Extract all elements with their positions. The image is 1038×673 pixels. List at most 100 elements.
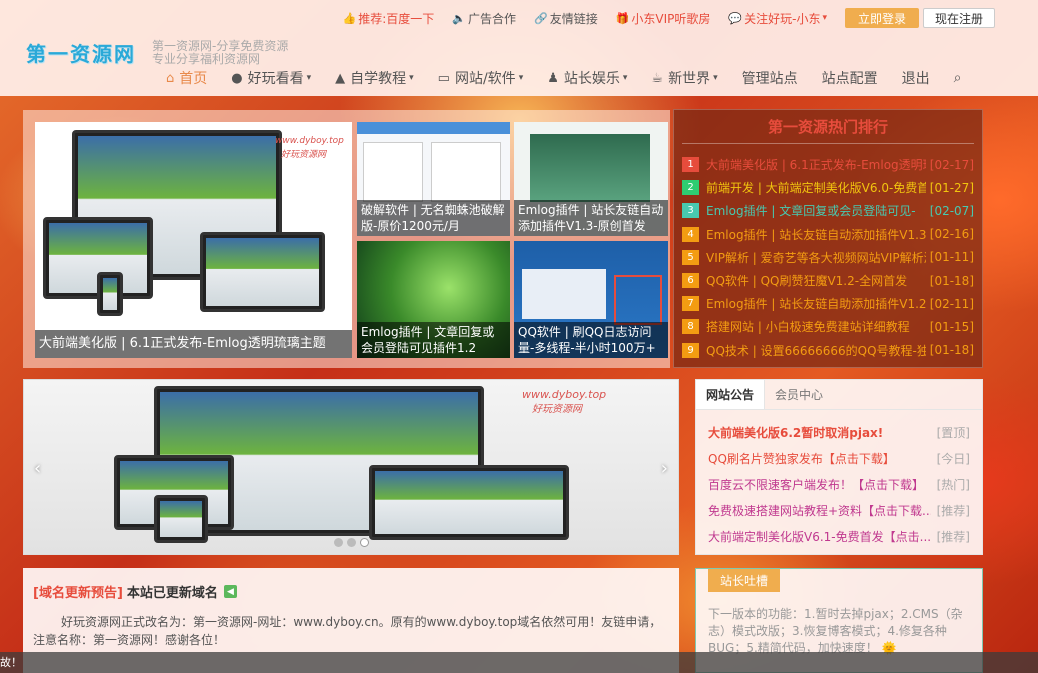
ads-label: 广告合作 xyxy=(467,11,516,26)
speaker-icon: ◀ xyxy=(223,585,237,598)
notice-title: QQ刷名片赞独家发布【点击下载】 xyxy=(708,451,895,466)
notice-item[interactable]: 大前端美化版6.2暂时取消pjax! [置顶] xyxy=(696,419,982,445)
desktop-icon: ▭ xyxy=(437,70,450,86)
nav-item-home[interactable]: ⌂ 首页 xyxy=(166,68,207,88)
rank-date: [01-18] xyxy=(929,343,974,358)
tile-caption: Emlog插件 | 文章回复或会员登陆可见插件1.2 xyxy=(357,322,510,358)
rank-date: [01-15] xyxy=(929,319,974,334)
search-icon[interactable]: ⌕ xyxy=(954,70,962,86)
complaint-text: 下一版本的功能：1.暂时去掉pjax；2.CMS（杂志）模式改版；3.恢复博客模… xyxy=(708,607,963,655)
notice-tabs: 网站公告 会员中心 xyxy=(696,380,982,410)
notice-list: 大前端美化版6.2暂时取消pjax! [置顶] QQ刷名片赞独家发布【点击下载】 [今… xyxy=(696,419,982,549)
ads-link[interactable]: 🔈 广告合作 xyxy=(452,10,516,27)
watermark-subtext: 好玩资源网 xyxy=(281,150,327,160)
vip-label: 小东VIP听歌房 xyxy=(631,11,711,26)
form-image xyxy=(431,142,501,202)
login-button[interactable]: 立即登录 xyxy=(845,8,919,28)
tile-caption: QQ软件 | 刷QQ日志访问量-多线程-半小时100万+ xyxy=(514,322,668,358)
volume-icon: 🔈 xyxy=(452,11,466,25)
screenshot-image xyxy=(522,269,606,319)
rank-date: [02-17] xyxy=(929,157,974,172)
slogan-line-2: 专业分享福利资源网 xyxy=(152,52,261,66)
featured-main-caption: 大前端美化版 | 6.1正式发布-Emlog透明琉璃主题 xyxy=(35,330,352,358)
site-header: 👍 推荐:百度一下 🔈 广告合作 🔗 友情链接 🎁 小东VIP听歌房 💬 关注好玩-小东 ▾… xyxy=(0,0,1038,96)
featured-tile-4[interactable]: QQ软件 | 刷QQ日志访问量-多线程-半小时100万+ xyxy=(514,241,668,358)
rank-number: 9 xyxy=(682,342,699,358)
nav-item-tutorials[interactable]: ▲ 自学教程 ▾ xyxy=(335,68,414,88)
featured-tile-1[interactable]: 破解软件 | 无名蜘蛛池破解版-原价1200元/月 xyxy=(357,122,510,236)
chevron-down-icon: ▾ xyxy=(713,73,718,83)
announcement-heading: [域名更新预告] 本站已更新域名 ◀ xyxy=(33,582,669,601)
ranking-item[interactable]: 2 前端开发 | 大前端定制美化版V6.0-免费首发 [01-27] xyxy=(674,176,982,199)
nav-item-entertainment[interactable]: ♟ 站长娱乐 ▾ xyxy=(547,68,627,88)
users-icon: ♟ xyxy=(547,70,559,86)
slider-prev-icon[interactable]: ‹ xyxy=(34,458,41,479)
notice-title: 大前端美化版6.2暂时取消pjax! xyxy=(708,425,884,440)
featured-main-tile[interactable]: www.dyboy.top 好玩资源网 大前端美化版 | 6.1正式发布-Eml… xyxy=(35,122,352,358)
ranking-item[interactable]: 4 Emlog插件 | 站长友链自动添加插件V1.3-原 [02-16] xyxy=(674,223,982,246)
ranking-list: 1 大前端美化版 | 6.1正式发布-Emlog透明琉 [02-17] 2 前端开发 |… xyxy=(674,153,982,362)
rank-date: [02-16] xyxy=(929,227,974,242)
recommend-link[interactable]: 👍 推荐:百度一下 xyxy=(343,10,435,27)
rank-number: 4 xyxy=(682,226,699,242)
nav-item-logout[interactable]: 退出 xyxy=(902,68,930,88)
rank-date: [01-27] xyxy=(929,180,974,195)
nav-label: 新世界 xyxy=(668,71,711,87)
tab-site-notice[interactable]: 网站公告 xyxy=(696,380,766,409)
featured-tile-3[interactable]: Emlog插件 | 文章回复或会员登陆可见插件1.2 xyxy=(357,241,510,358)
follow-label: 关注好玩-小东 xyxy=(744,11,821,26)
laptop-image xyxy=(200,232,325,312)
rank-title: Emlog插件 | 站长友链自动添加插件V1.3-原 xyxy=(706,227,926,242)
featured-tile-2[interactable]: Emlog插件 | 站长友链自动添加插件V1.3-原创首发 xyxy=(514,122,668,236)
nav-item-fun[interactable]: ● 好玩看看 ▾ xyxy=(231,68,311,88)
main-nav: ⌂ 首页 ● 好玩看看 ▾ ▲ 自学教程 ▾ ▭ 网站/软件 ▾ ♟ 站长娱乐 ▾ ☕ 新世界 ▾ 管… xyxy=(166,67,961,89)
bottom-ticker: 故！ xyxy=(0,652,1038,673)
ranking-item[interactable]: 3 Emlog插件 | 文章回复或会员登陆可见- [02-07] xyxy=(674,199,982,222)
hot-ranking-panel: 第一资源热门排行 1 大前端美化版 | 6.1正式发布-Emlog透明琉 [02-1… xyxy=(673,109,983,368)
follow-link[interactable]: 💬 关注好玩-小东 ▾ xyxy=(728,10,827,27)
ranking-item[interactable]: 9 QQ技术 | 设置66666666的QQ号教程-独家 [01-18] xyxy=(674,339,982,362)
slider-dots xyxy=(334,538,373,547)
rank-number: 1 xyxy=(682,157,699,173)
notice-item[interactable]: 百度云不限速客户端发布！【点击下载】 [热门] xyxy=(696,471,982,497)
site-logo[interactable]: 第一资源网 xyxy=(26,38,136,67)
nav-item-manage[interactable]: 管理站点 xyxy=(742,68,798,88)
nav-item-software[interactable]: ▭ 网站/软件 ▾ xyxy=(438,68,524,88)
notice-tag: [置顶] xyxy=(936,425,970,440)
chevron-down-icon: ▾ xyxy=(409,73,414,83)
screenshot-image xyxy=(530,134,650,202)
nav-item-config[interactable]: 站点配置 xyxy=(822,68,878,88)
slide-phone-image xyxy=(154,495,208,543)
rank-title: QQ软件 | QQ刷赞狂魔V1.2-全网首发 xyxy=(706,274,908,289)
vip-link[interactable]: 🎁 小东VIP听歌房 xyxy=(616,10,711,27)
chevron-down-icon: ▾ xyxy=(622,73,628,83)
tab-member-center[interactable]: 会员中心 xyxy=(765,380,833,409)
ranking-item[interactable]: 8 搭建网站 | 小白极速免费建站详细教程 [01-15] xyxy=(674,315,982,338)
watermark-text: www.dyboy.top xyxy=(275,136,344,146)
site-slogan: 第一资源网-分享免费资源 专业分享福利资源网 xyxy=(152,40,288,66)
notice-panel: 网站公告 会员中心 大前端美化版6.2暂时取消pjax! [置顶] QQ刷名片赞独家… xyxy=(695,379,983,555)
notice-item[interactable]: 免费极速搭建网站教程+资料【点击下载... [推荐] xyxy=(696,497,982,523)
rank-number: 3 xyxy=(682,203,699,219)
register-button[interactable]: 现在注册 xyxy=(923,8,995,28)
ranking-item[interactable]: 7 Emlog插件 | 站长友链自助添加插件V1.2-美 [02-11] xyxy=(674,292,982,315)
rank-number: 5 xyxy=(682,249,699,265)
highlight-box xyxy=(614,275,662,325)
slider-dot[interactable] xyxy=(334,538,343,547)
slider-dot[interactable] xyxy=(347,538,356,547)
rank-title: QQ技术 | 设置66666666的QQ号教程-独家 xyxy=(706,343,926,358)
nav-item-new-world[interactable]: ☕ 新世界 ▾ xyxy=(651,68,717,88)
notice-tag: [推荐] xyxy=(936,529,970,544)
ranking-item[interactable]: 5 VIP解析 | 爱奇艺等各大视频网站VIP解析源 [01-11] xyxy=(674,246,982,269)
slider-next-icon[interactable]: › xyxy=(661,458,668,479)
nav-label: 自学教程 xyxy=(350,71,407,87)
slider-dot-active[interactable] xyxy=(360,538,369,547)
ranking-item[interactable]: 6 QQ软件 | QQ刷赞狂魔V1.2-全网首发 [01-18] xyxy=(674,269,982,292)
announcement-body: 好玩资源网正式改名为：第一资源网-网址：www.dyboy.cn。原有的www.… xyxy=(33,615,662,647)
ranking-item[interactable]: 1 大前端美化版 | 6.1正式发布-Emlog透明琉 [02-17] xyxy=(674,153,982,176)
notice-title: 大前端定制美化版V6.1-免费首发【点击... xyxy=(708,529,931,544)
rank-title: 大前端美化版 | 6.1正式发布-Emlog透明琉 xyxy=(706,158,926,173)
friends-link[interactable]: 🔗 友情链接 xyxy=(534,10,598,27)
notice-item[interactable]: QQ刷名片赞独家发布【点击下载】 [今日] xyxy=(696,445,982,471)
notice-item[interactable]: 大前端定制美化版V6.1-免费首发【点击... [推荐] xyxy=(696,523,982,549)
